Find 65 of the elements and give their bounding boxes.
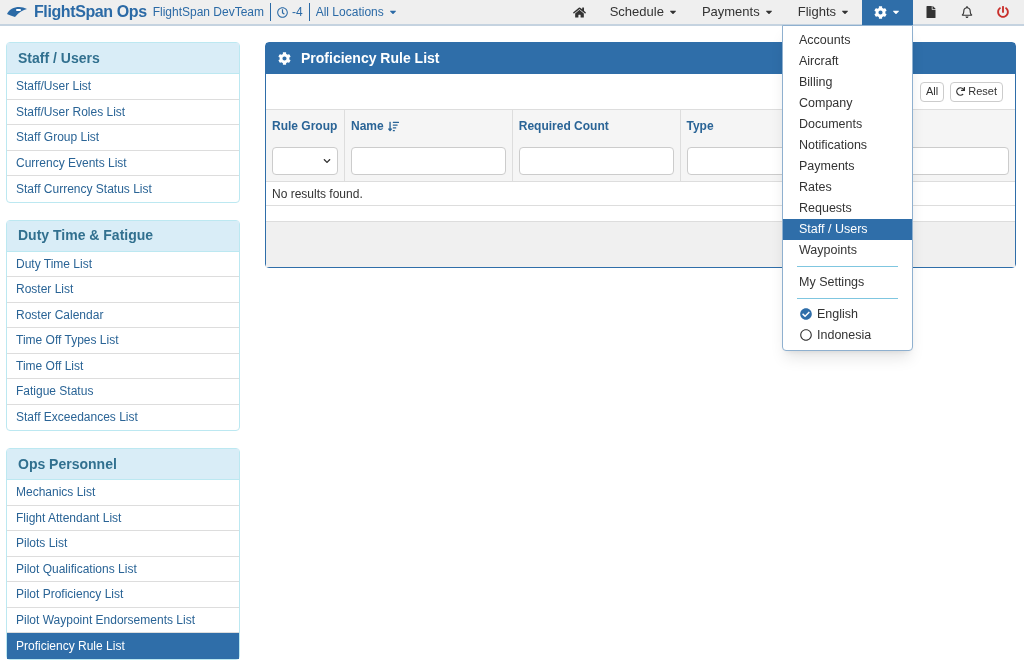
location-selector[interactable]: All Locations [315, 3, 398, 21]
language-option[interactable]: English [783, 303, 912, 325]
timezone-selector[interactable]: -4 [277, 3, 310, 21]
column-header[interactable]: Rule Group [272, 110, 338, 142]
menu-item[interactable]: Aircraft [783, 50, 912, 72]
sort-icon [387, 120, 399, 132]
brand-name: FlightSpan Ops [34, 2, 147, 22]
sidebar-group-title: Ops Personnel [7, 449, 239, 480]
sidebar-item[interactable]: Duty Time List [7, 251, 239, 277]
menu-item[interactable]: Billing [783, 71, 912, 93]
toolbar-button[interactable]: All [920, 81, 945, 102]
bell-icon [961, 6, 973, 18]
menu-item[interactable]: Waypoints [783, 239, 912, 261]
clock-icon [277, 6, 289, 18]
sidebar-item[interactable]: Currency Events List [7, 150, 239, 176]
menu-item[interactable]: Documents [783, 113, 912, 135]
nav-menu[interactable]: Payments [689, 0, 786, 25]
home-icon [572, 5, 586, 19]
menu-item[interactable]: Requests [783, 197, 912, 219]
column-header[interactable]: Required Count [518, 110, 674, 142]
sidebar-item[interactable]: Staff/User Roles List [7, 99, 239, 125]
menu-item[interactable]: Rates [783, 176, 912, 198]
settings-icon [874, 5, 887, 19]
nav-menu[interactable]: Flights [785, 0, 862, 25]
column-header[interactable]: Name [351, 110, 506, 142]
reset-button[interactable]: Reset [950, 81, 1003, 102]
sidebar-item[interactable]: Time Off Types List [7, 328, 239, 354]
filter-field[interactable] [518, 147, 674, 175]
chevron-icon [323, 157, 331, 165]
menu-item[interactable]: Accounts [783, 29, 912, 51]
menu-item[interactable]: My Settings [783, 271, 912, 293]
reset-icon [956, 87, 966, 96]
sidebar-item[interactable]: Staff/User List [7, 74, 239, 100]
menu-item[interactable]: Company [783, 92, 912, 114]
menu-item[interactable]: Staff / Users [783, 218, 912, 240]
menu-item[interactable]: Payments [783, 155, 912, 177]
menu-item[interactable]: Notifications [783, 134, 912, 156]
panel-title: Proficiency Rule List [301, 49, 440, 68]
sidebar-item[interactable]: Time Off List [7, 353, 239, 379]
sidebar-item[interactable]: Pilot Proficiency List [7, 582, 239, 608]
sidebar-item[interactable]: Staff Currency Status List [7, 176, 239, 202]
document-icon [925, 6, 937, 18]
language-option[interactable]: Indonesia [783, 324, 912, 346]
sidebar-item[interactable]: Mechanics List [7, 480, 239, 506]
team-name: FlightSpan DevTeam [152, 3, 272, 21]
sidebar-item[interactable]: Proficiency Rule List [7, 633, 239, 659]
settings-icon [278, 52, 291, 65]
sidebar-item[interactable]: Pilot Qualifications List [7, 556, 239, 582]
sidebar-item[interactable]: Flight Attendant List [7, 505, 239, 531]
sidebar-item[interactable]: Roster Calendar [7, 302, 239, 328]
sidebar-item[interactable]: Staff Exceedances List [7, 404, 239, 430]
sidebar-item[interactable]: Fatigue Status [7, 379, 239, 405]
settings-button[interactable] [862, 0, 913, 25]
sidebar-group-title: Staff / Users [7, 43, 239, 74]
language-label: Indonesia [817, 326, 872, 344]
power-icon [997, 6, 1009, 18]
nav-menu[interactable]: Schedule [597, 0, 690, 25]
sidebar-item[interactable]: Pilots List [7, 531, 239, 557]
language-label: English [817, 305, 858, 323]
sidebar-item[interactable]: Staff Group List [7, 125, 239, 151]
plane-logo-icon [6, 5, 28, 19]
empty-message: No results found. [272, 185, 363, 203]
sidebar-group-title: Duty Time & Fatigue [7, 220, 239, 252]
sidebar-item[interactable]: Roster List [7, 277, 239, 303]
filter-field[interactable] [351, 147, 506, 175]
